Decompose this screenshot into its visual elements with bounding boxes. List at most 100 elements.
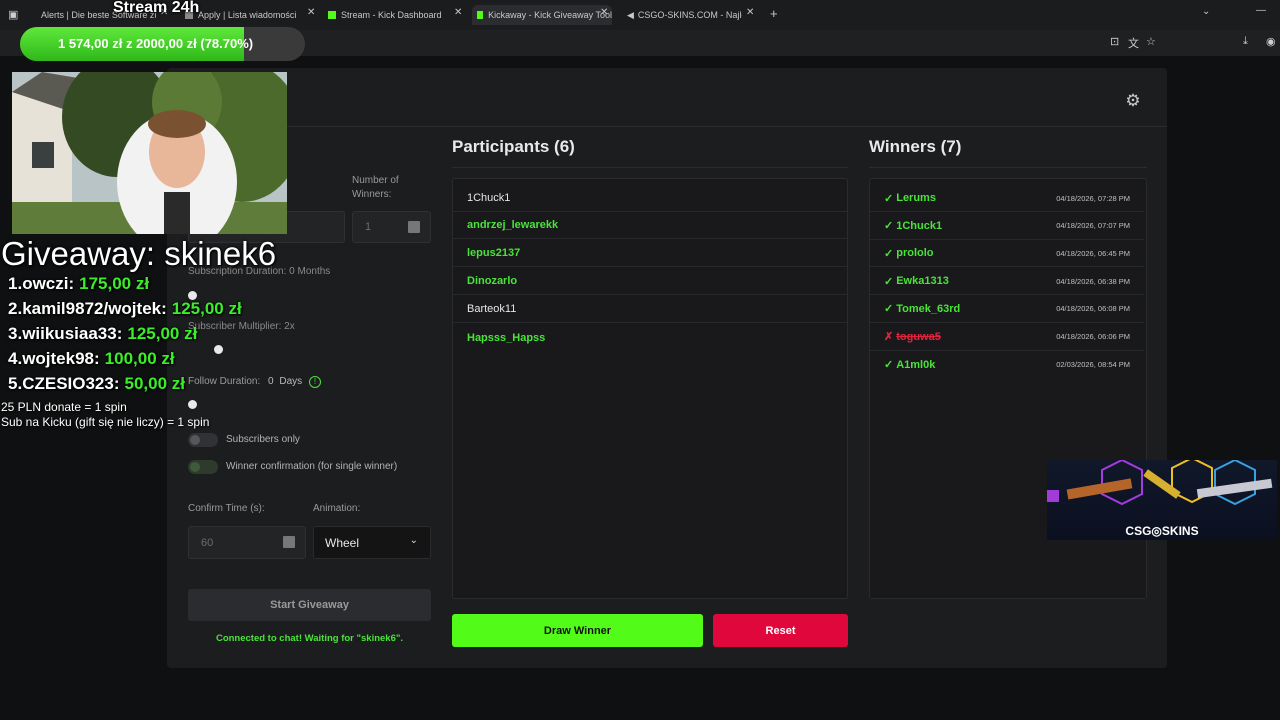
- leaderboard-name: wojtek98:: [22, 349, 100, 368]
- info-icon[interactable]: !: [308, 376, 321, 388]
- subscriber-multiplier-label: Subscriber Multiplier: 2x: [188, 321, 295, 332]
- profile-icon[interactable]: ◉: [1266, 35, 1276, 48]
- list-item[interactable]: andrzej_lewarekk: [453, 212, 847, 239]
- list-item[interactable]: 1Chuck1: [453, 185, 847, 212]
- stepper-icon[interactable]: [408, 221, 420, 233]
- webcam-feed: [12, 72, 287, 234]
- reset-button[interactable]: Reset: [713, 614, 848, 647]
- winner-confirmation-label: Winner confirmation (for single winner): [226, 461, 398, 472]
- webcam-image: [12, 72, 287, 234]
- close-icon[interactable]: ✕: [454, 7, 462, 18]
- start-giveaway-button[interactable]: Start Giveaway: [188, 589, 431, 621]
- follow-slider-handle[interactable]: [188, 400, 197, 409]
- check-icon: ✓: [884, 192, 894, 205]
- tab-apply[interactable]: Apply | Lista wiadomości: [185, 5, 303, 25]
- leaderboard-row: 3.wiikusiaa33: 125,00 zł: [8, 324, 197, 344]
- winner-confirmation-toggle[interactable]: [188, 460, 218, 474]
- leaderboard-rank: 4.: [8, 349, 23, 368]
- giveaway-title: Giveaway: skinek6: [1, 235, 277, 272]
- leaderboard-amount: 125,00 zł: [127, 324, 198, 343]
- new-tab-button[interactable]: +: [770, 6, 778, 21]
- winner-name: toguwa5: [896, 330, 941, 343]
- winner-date: 04/18/2026, 07:07 PM: [1056, 221, 1130, 231]
- winner-name: Tomek_63rd: [896, 302, 961, 315]
- winner-name: A1ml0k: [896, 358, 936, 371]
- leaderboard-name: wiikusiaa33:: [22, 324, 123, 343]
- list-item[interactable]: Dinozarlo: [453, 268, 847, 295]
- subscribers-only-toggle[interactable]: [188, 433, 218, 447]
- leaderboard-rank: 3.: [8, 324, 23, 343]
- tab-menu-icon[interactable]: ▣: [8, 8, 18, 21]
- leaderboard-name: CZESIO323:: [22, 374, 120, 393]
- close-icon[interactable]: ✕: [600, 7, 608, 18]
- follow-duration-unit: Days: [279, 376, 303, 387]
- winners-title: Winners (7): [869, 137, 962, 156]
- translate-icon[interactable]: 文: [1128, 35, 1139, 51]
- kick-logo-icon: [328, 11, 336, 19]
- leaderboard-rank: 2.: [8, 299, 23, 318]
- leaderboard-name: kamil9872/wojtek:: [22, 299, 167, 318]
- list-item[interactable]: Hapsss_Hapss: [453, 324, 847, 351]
- star-icon[interactable]: ☆: [1146, 35, 1156, 48]
- tab-csgo-skins[interactable]: ◀ CSGO-SKINS.COM - Najlep: [622, 5, 742, 25]
- check-icon: ✓: [884, 359, 894, 372]
- gear-icon[interactable]: ⚙: [1122, 90, 1144, 112]
- leaderboard-name: owczi:: [22, 274, 75, 293]
- winners-divider: [869, 167, 1147, 168]
- list-item[interactable]: lepus2137: [453, 240, 847, 267]
- stepper-icon[interactable]: [283, 536, 295, 548]
- check-icon: ✓: [884, 275, 894, 288]
- close-icon[interactable]: ✕: [307, 7, 315, 18]
- winner-date: 04/18/2026, 07:28 PM: [1056, 193, 1130, 203]
- leaderboard-amount: 125,00 zł: [171, 299, 242, 318]
- draw-winner-button[interactable]: Draw Winner: [452, 614, 703, 647]
- winner-date: 04/18/2026, 06:45 PM: [1056, 248, 1130, 258]
- winner-name: prololo: [896, 247, 934, 260]
- leaderboard-rank: 1.: [8, 274, 23, 293]
- leaderboard-row: 5.CZESIO323: 50,00 zł: [8, 374, 185, 394]
- leaderboard-amount: 175,00 zł: [79, 274, 150, 293]
- multiplier-slider-handle[interactable]: [214, 345, 223, 354]
- download-icon[interactable]: ⤓: [1243, 35, 1248, 48]
- chevron-down-icon: ⌄: [409, 535, 418, 546]
- cross-icon: ✗: [884, 331, 894, 343]
- check-icon: ✓: [884, 247, 894, 260]
- winner-date: 04/18/2026, 06:08 PM: [1056, 304, 1130, 314]
- tab-label: CSGO-SKINS.COM - Najlep: [637, 10, 742, 20]
- speaker-icon: ◀: [627, 9, 634, 20]
- winner-row[interactable]: ✓ Lerums 04/18/2026, 07:28 PM: [870, 185, 1144, 212]
- minimize-icon[interactable]: —: [1256, 5, 1266, 16]
- screenshot-icon[interactable]: ⊡: [1110, 35, 1119, 48]
- winner-name: 1Chuck1: [896, 219, 943, 232]
- participants-title: Participants (6): [452, 137, 575, 156]
- donation-goal-bar: 1 574,00 zł z 2000,00 zł (78.70%): [20, 27, 305, 61]
- winner-row[interactable]: ✓ Ewka1313 04/18/2026, 06:38 PM: [870, 268, 1144, 296]
- chevron-down-icon[interactable]: ⌄: [1202, 6, 1210, 17]
- kick-logo-icon: [477, 11, 484, 19]
- list-item[interactable]: Barteok11: [453, 296, 847, 323]
- animation-label: Animation:: [313, 503, 361, 514]
- rule-sub: Sub na Kicku (gift się nie liczy) = 1 sp…: [1, 415, 210, 429]
- winner-row[interactable]: ✓ 1Chuck1 04/18/2026, 07:07 PM: [870, 213, 1144, 240]
- stream-title: Stream 24h: [113, 0, 200, 16]
- number-of-winners-value: 1: [365, 221, 372, 233]
- participants-divider: [452, 167, 848, 168]
- winner-row[interactable]: ✓ A1ml0k 02/03/2026, 08:54 PM: [870, 351, 1144, 378]
- winner-row[interactable]: ✓ prololo 04/18/2026, 06:45 PM: [870, 240, 1144, 268]
- tab-label: Kickaway - Kick Giveaway Tool: [488, 10, 612, 20]
- follow-duration-label: Follow Duration: 0 Days !: [188, 376, 321, 388]
- close-icon[interactable]: ✕: [746, 7, 754, 18]
- winner-row[interactable]: ✗ toguwa5 04/18/2026, 06:06 PM: [870, 324, 1144, 351]
- winner-date: 04/18/2026, 06:06 PM: [1056, 332, 1130, 341]
- leaderboard-row: 1.owczi: 175,00 zł: [8, 274, 149, 294]
- leaderboard-row: 2.kamil9872/wojtek: 125,00 zł: [8, 299, 242, 319]
- confirm-time-placeholder: 60: [201, 536, 214, 549]
- csgo-skins-ad: CSG◎SKINS: [1047, 460, 1277, 540]
- tab-label: Apply | Lista wiadomości: [198, 10, 297, 20]
- animation-select[interactable]: Wheel ⌄: [313, 526, 431, 559]
- tab-stream-dashboard[interactable]: Stream - Kick Dashboard: [328, 5, 454, 25]
- donation-goal-text: 1 574,00 zł z 2000,00 zł (78.70%): [58, 36, 254, 51]
- leaderboard-amount: 100,00 zł: [104, 349, 175, 368]
- winner-row[interactable]: ✓ Tomek_63rd 04/18/2026, 06:08 PM: [870, 296, 1144, 323]
- tab-kickaway[interactable]: Kickaway - Kick Giveaway Tool: [472, 5, 612, 25]
